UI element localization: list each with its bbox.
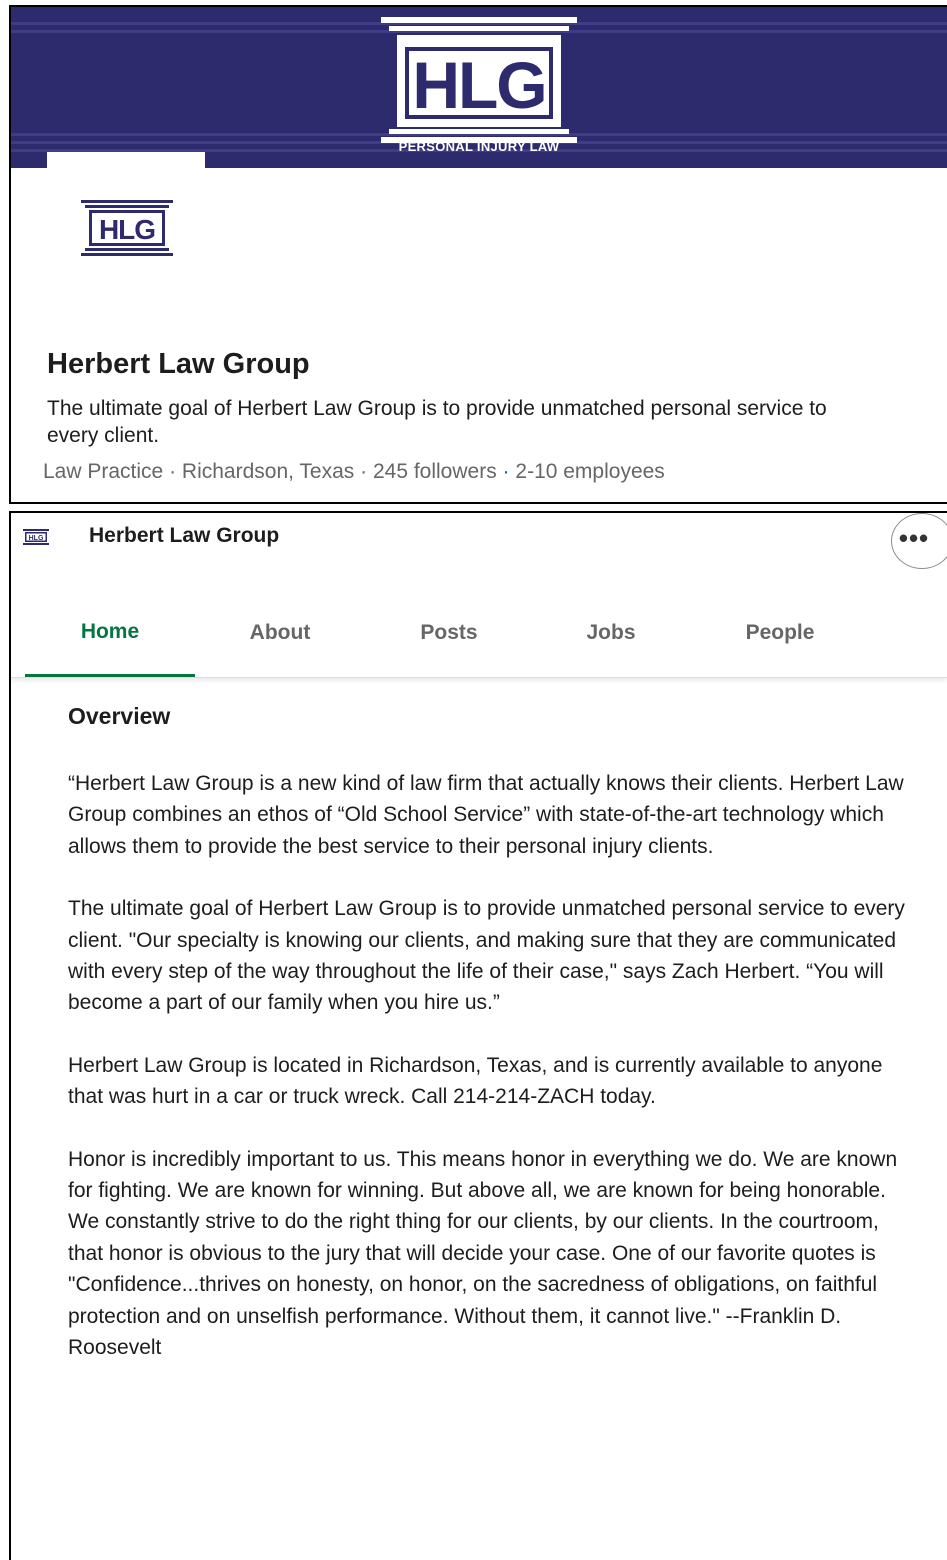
hlg-banner-logo-icon: HLG (381, 17, 577, 143)
overview-heading: Overview (68, 703, 171, 729)
company-logo[interactable]: HLG (47, 152, 205, 292)
employees-count[interactable]: 2-10 employees (515, 460, 664, 483)
sticky-company-name: Herbert Law Group (89, 524, 280, 547)
sticky-header: HLG Herbert Law Group ••• (11, 513, 947, 590)
company-page-card: HLG Herbert Law Group ••• Home About Pos… (9, 511, 947, 1560)
small-logo-text: HLG (29, 535, 44, 542)
industry: Law Practice (43, 460, 164, 483)
more-options-button[interactable]: ••• (891, 513, 947, 569)
tab-about[interactable]: About (195, 589, 365, 677)
page-tabs: Home About Posts Jobs People (11, 589, 947, 678)
company-meta: Law Practice · Richardson, Texas · 245 f… (43, 460, 665, 484)
overview-paragraph: “Herbert Law Group is a new kind of law … (68, 772, 904, 858)
banner-logo-text: HLG (412, 48, 545, 122)
tab-posts[interactable]: Posts (364, 589, 534, 677)
company-tagline: The ultimate goal of Herbert Law Group i… (47, 397, 827, 447)
meta-separator: · (360, 460, 368, 483)
overview-paragraph: Herbert Law Group is located in Richards… (68, 1053, 883, 1109)
cover-banner: HLG PERSONAL INJURY LAW (11, 7, 947, 168)
followers-count[interactable]: 245 followers (373, 460, 497, 483)
more-dots-icon: ••• (898, 522, 930, 553)
overview-paragraph: Honor is incredibly important to us. Thi… (68, 1147, 898, 1360)
meta-separator: · (502, 460, 510, 483)
overview-section: Overview “Herbert Law Group is a new kin… (68, 703, 918, 1395)
meta-separator: · (169, 460, 177, 483)
tab-home[interactable]: Home (25, 589, 195, 677)
company-name: Herbert Law Group (47, 348, 310, 380)
hlg-small-logo-icon[interactable]: HLG (23, 529, 49, 545)
location: Richardson, Texas (181, 460, 355, 483)
company-profile-card: HLG PERSONAL INJURY LAW HLG Herbert Law … (9, 5, 947, 504)
tab-jobs[interactable]: Jobs (526, 589, 696, 677)
hlg-logo-icon: HLG (81, 200, 173, 256)
logo-text: HLG (99, 214, 155, 245)
tab-people[interactable]: People (695, 589, 865, 677)
banner-tagline: PERSONAL INJURY LAW (398, 139, 560, 154)
overview-paragraph: The ultimate goal of Herbert Law Group i… (68, 897, 905, 1015)
